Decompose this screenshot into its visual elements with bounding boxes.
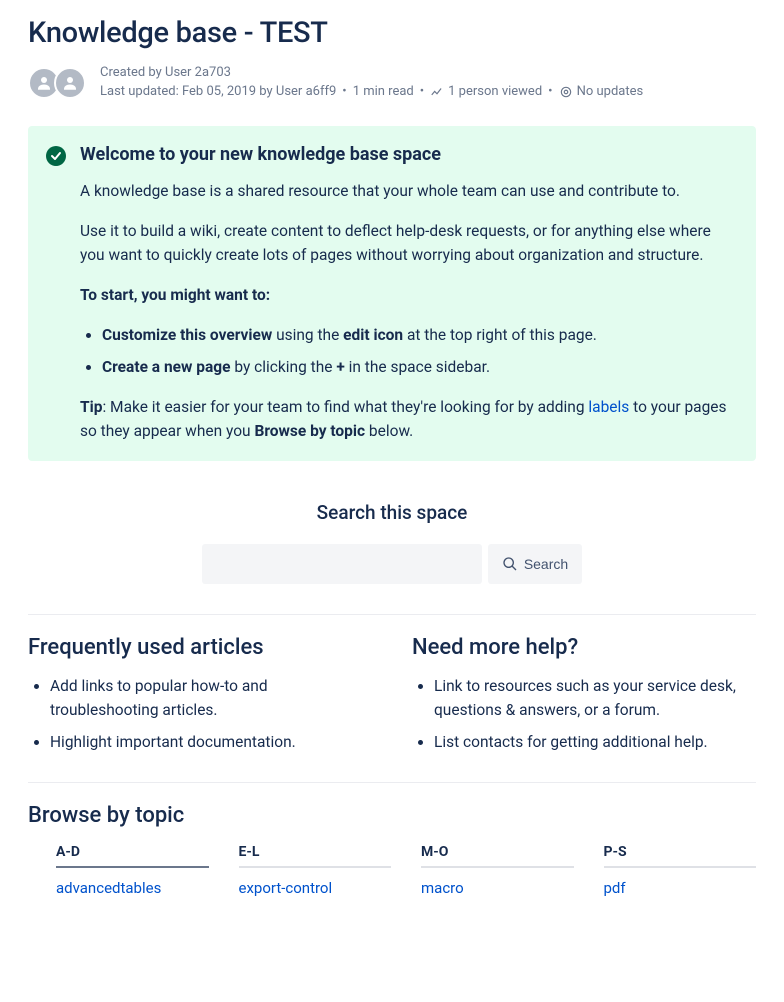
created-by: Created by User 2a703	[100, 64, 643, 83]
search-section: Search this space Search	[28, 501, 756, 584]
panel-subheading: To start, you might want to:	[80, 283, 738, 307]
target-icon	[559, 85, 573, 99]
need-help-heading: Need more help?	[412, 635, 756, 660]
byline: Created by User 2a703 Last updated: Feb …	[28, 64, 756, 102]
page-title: Knowledge base - TEST	[28, 16, 756, 50]
search-icon	[502, 556, 518, 572]
panel-title: Welcome to your new knowledge base space	[80, 144, 738, 165]
analytics-icon	[430, 85, 444, 99]
frequently-used-heading: Frequently used articles	[28, 635, 372, 660]
topic-link[interactable]: macro	[421, 879, 464, 897]
last-updated: Last updated: Feb 05, 2019 by User a6ff9	[100, 83, 336, 102]
updates-status[interactable]: No updates	[559, 83, 644, 102]
welcome-panel: Welcome to your new knowledge base space…	[28, 126, 756, 461]
topic-link[interactable]: pdf	[604, 879, 626, 897]
search-input[interactable]	[202, 544, 482, 584]
panel-tip: Tip: Make it easier for your team to fin…	[80, 395, 738, 443]
panel-paragraph: A knowledge base is a shared resource th…	[80, 179, 738, 203]
browse-heading: Browse by topic	[28, 803, 756, 828]
topic-range: P-S	[604, 844, 757, 868]
list-item: Link to resources such as your service d…	[434, 674, 756, 722]
search-button[interactable]: Search	[488, 544, 582, 584]
panel-bullet: Create a new page by clicking the + in t…	[102, 355, 738, 379]
topic-range: E-L	[239, 844, 392, 868]
browse-by-topic: Browse by topic A-D advancedtables E-L e…	[28, 803, 756, 903]
list-item: Highlight important documentation.	[50, 730, 372, 754]
avatar-stack	[28, 67, 88, 99]
views[interactable]: 1 person viewed	[430, 83, 542, 102]
check-circle-icon	[46, 146, 66, 166]
divider	[28, 614, 756, 615]
topic-link[interactable]: advancedtables	[56, 879, 161, 897]
read-time: 1 min read	[353, 83, 414, 102]
divider	[28, 782, 756, 783]
panel-bullet: Customize this overview using the edit i…	[102, 323, 738, 347]
avatar	[54, 67, 86, 99]
list-item: Add links to popular how-to and troubles…	[50, 674, 372, 722]
labels-link[interactable]: labels	[588, 398, 629, 416]
panel-paragraph: Use it to build a wiki, create content t…	[80, 219, 738, 267]
info-columns: Frequently used articles Add links to po…	[28, 635, 756, 762]
topic-link[interactable]: export-control	[239, 879, 333, 897]
topic-range: A-D	[56, 844, 209, 868]
search-heading: Search this space	[28, 501, 756, 524]
list-item: List contacts for getting additional hel…	[434, 730, 756, 754]
topic-range: M-O	[421, 844, 574, 868]
